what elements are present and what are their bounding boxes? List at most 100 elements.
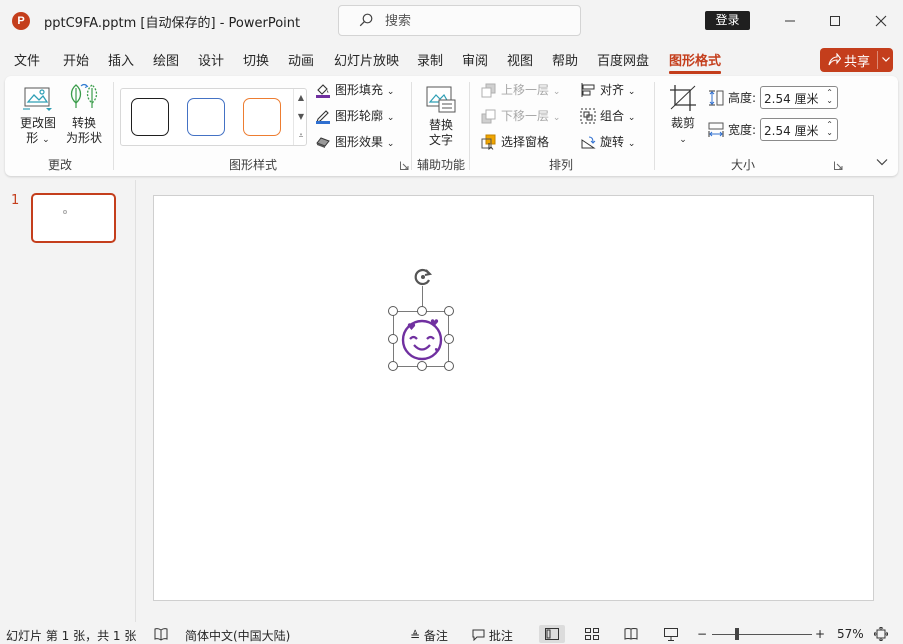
tab-insert[interactable]: 插入: [108, 50, 134, 69]
tab-slideshow[interactable]: 幻灯片放映: [334, 50, 399, 69]
bring-forward-button[interactable]: 上移一层 ⌄: [481, 80, 571, 100]
align-button[interactable]: 对齐 ⌄: [580, 80, 642, 100]
resize-handle-right[interactable]: [444, 334, 454, 344]
tab-draw[interactable]: 绘图: [153, 50, 179, 69]
spin-down-icon[interactable]: ⌄: [826, 128, 833, 137]
shape-effects-button[interactable]: 图形效果 ⌄: [315, 132, 405, 152]
dialog-launcher-icon[interactable]: [834, 161, 843, 170]
style-swatch-orange[interactable]: [243, 98, 281, 136]
tab-home[interactable]: 开始: [63, 50, 89, 69]
align-label: 对齐 ⌄: [600, 83, 636, 97]
normal-view-icon: [545, 628, 559, 640]
bring-forward-icon: [481, 83, 496, 98]
notes-button[interactable]: ≜ 备注: [410, 627, 448, 644]
share-button[interactable]: 共享: [820, 48, 893, 72]
resize-handle-bottom-right[interactable]: [444, 361, 454, 371]
tab-baidu-netdisk[interactable]: 百度网盘: [597, 50, 649, 69]
selection-pane-icon: [481, 134, 496, 150]
rotate-handle-icon[interactable]: [412, 266, 434, 288]
comments-button[interactable]: 批注: [472, 627, 513, 644]
send-backward-button[interactable]: 下移一层 ⌄: [481, 106, 571, 126]
share-icon: [828, 53, 841, 66]
alt-text-label-line1: 替换: [428, 118, 453, 132]
spin-down-icon[interactable]: ⌄: [826, 96, 833, 105]
maximize-button[interactable]: [822, 8, 848, 34]
group-label-size: 大小: [731, 158, 756, 172]
crop-button[interactable]: 裁剪 ⌄: [663, 84, 703, 148]
gallery-scroll-up-icon[interactable]: ▲: [294, 89, 308, 107]
zoom-in-button[interactable]: +: [815, 627, 825, 641]
zoom-slider-track[interactable]: [712, 634, 812, 635]
group-objects-icon: [580, 108, 596, 124]
style-swatch-black[interactable]: [131, 98, 169, 136]
language-status[interactable]: 简体中文(中国大陆): [185, 627, 290, 644]
normal-view-button[interactable]: [539, 625, 565, 643]
resize-handle-top[interactable]: [417, 306, 427, 316]
rotate-button[interactable]: 旋转 ⌄: [580, 132, 642, 152]
selection-pane-button[interactable]: 选择窗格: [481, 132, 571, 152]
accessibility-book-icon[interactable]: [154, 628, 168, 641]
slide-canvas[interactable]: [153, 195, 874, 601]
share-divider: [877, 51, 878, 69]
slideshow-icon: [664, 628, 678, 641]
rotate-label: 旋转 ⌄: [600, 135, 636, 149]
heart-eyes-smiley-icon[interactable]: [398, 314, 446, 362]
alt-text-button[interactable]: 替换 文字: [420, 84, 462, 148]
change-graphic-icon: [23, 87, 52, 111]
login-button[interactable]: 登录: [705, 11, 750, 30]
zoom-slider-thumb[interactable]: [735, 628, 739, 640]
tab-animations[interactable]: 动画: [288, 50, 314, 69]
shape-fill-button[interactable]: 图形填充 ⌄: [315, 80, 405, 100]
change-graphic-button[interactable]: 更改图 形 ⌄: [15, 84, 61, 148]
resize-handle-left[interactable]: [388, 334, 398, 344]
collapse-ribbon-icon[interactable]: [876, 158, 888, 166]
send-backward-icon: [481, 109, 496, 124]
pen-outline-icon: [316, 110, 330, 124]
width-label: 宽度:: [708, 120, 758, 140]
tab-transitions[interactable]: 切换: [243, 50, 269, 69]
chevron-down-icon: [882, 57, 890, 62]
notes-icon: ≜: [410, 629, 421, 643]
group-objects-button[interactable]: 组合 ⌄: [580, 106, 642, 126]
slide-thumbnail[interactable]: [31, 193, 116, 243]
width-input[interactable]: 2.54 厘米 ⌃ ⌄: [760, 118, 838, 141]
tab-graphics-format[interactable]: 图形格式: [669, 50, 722, 74]
tab-design[interactable]: 设计: [198, 50, 224, 69]
ribbon: 更改图 形 ⌄ 转换 为形状 更改 ▲ ▼ ⩡ 图形填充 ⌄ 图形轮廓 ⌄ 图形…: [5, 76, 898, 176]
tab-file[interactable]: 文件: [14, 50, 40, 69]
fit-to-window-icon[interactable]: [874, 627, 888, 641]
style-swatch-blue[interactable]: [187, 98, 225, 136]
title-bar: P pptC9FA.pptm [自动保存的] - PowerPoint 登录: [0, 0, 903, 42]
chevron-down-icon: ⌄: [679, 135, 687, 145]
thumbnail-graphic: [63, 210, 67, 214]
tab-record[interactable]: 录制: [417, 50, 443, 69]
reading-view-button[interactable]: [618, 625, 644, 643]
search-box[interactable]: [338, 5, 581, 36]
resize-handle-top-left[interactable]: [388, 306, 398, 316]
tab-help[interactable]: 帮助: [552, 50, 578, 69]
resize-handle-bottom-left[interactable]: [388, 361, 398, 371]
share-label: 共享: [844, 55, 871, 70]
comment-icon: [472, 629, 485, 642]
gallery-more-icon[interactable]: ⩡: [294, 127, 308, 145]
slide-sorter-button[interactable]: [579, 625, 605, 643]
search-input[interactable]: [385, 12, 565, 30]
tab-view[interactable]: 视图: [507, 50, 533, 69]
tab-review[interactable]: 审阅: [462, 50, 488, 69]
slideshow-view-button[interactable]: [658, 625, 684, 643]
gallery-scroll-down-icon[interactable]: ▼: [294, 108, 308, 126]
convert-to-shape-button[interactable]: 转换 为形状: [61, 82, 107, 146]
shape-outline-button[interactable]: 图形轮廓 ⌄: [315, 106, 405, 126]
resize-handle-bottom[interactable]: [417, 361, 427, 371]
zoom-out-button[interactable]: −: [697, 627, 707, 641]
minimize-button[interactable]: [777, 8, 803, 34]
crop-label: 裁剪: [670, 116, 695, 130]
height-input[interactable]: 2.54 厘米 ⌃ ⌄: [760, 86, 838, 109]
resize-handle-top-right[interactable]: [444, 306, 454, 316]
dialog-launcher-icon[interactable]: [400, 161, 409, 170]
close-button[interactable]: [868, 8, 894, 34]
zoom-percent[interactable]: 57%: [837, 627, 864, 641]
group-label-arrange: 排列: [549, 158, 574, 172]
group-divider: [411, 82, 412, 170]
shape-fill-label: 图形填充 ⌄: [335, 83, 395, 97]
